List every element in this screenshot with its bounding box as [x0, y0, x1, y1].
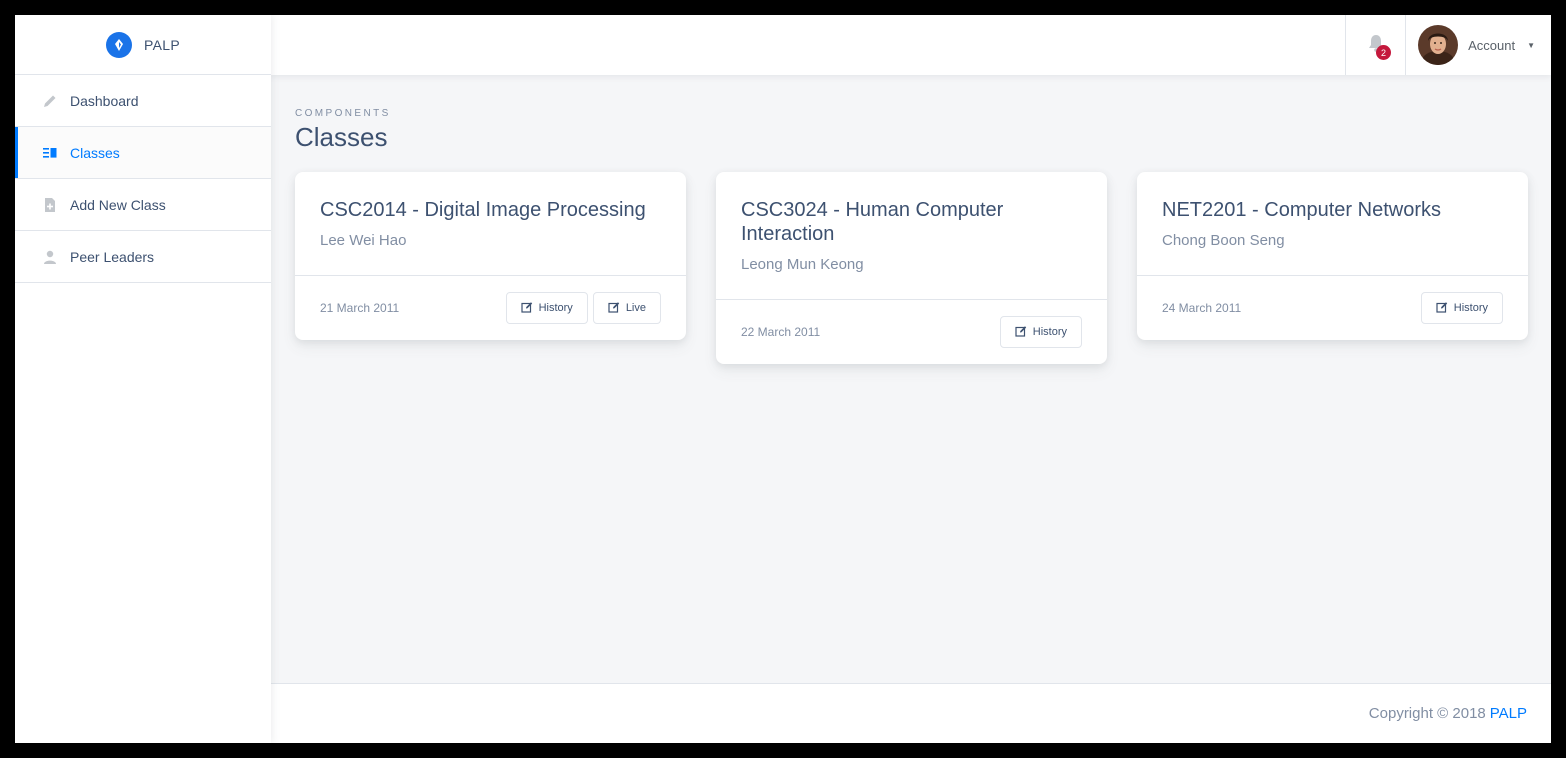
- avatar: [1418, 25, 1459, 65]
- main-content: Components Classes CSC2014 - Digital Ima…: [271, 75, 1551, 683]
- brand-logo-icon: [106, 31, 133, 58]
- card-body: NET2201 - Computer Networks Chong Boon S…: [1137, 172, 1528, 276]
- sidebar-item-label: Classes: [70, 144, 120, 161]
- class-lecturer: Lee Wei Hao: [320, 232, 407, 249]
- sidebar-item-label: Dashboard: [70, 92, 139, 109]
- page-footer: Copyright © 2018 PALP: [271, 683, 1551, 743]
- account-label: Account: [1468, 37, 1516, 53]
- brand[interactable]: PALP: [15, 15, 271, 75]
- history-button[interactable]: History: [1420, 292, 1503, 324]
- history-button[interactable]: History: [999, 316, 1082, 348]
- sidebar-item-label: Add New Class: [70, 196, 166, 213]
- sidebar-item-dashboard[interactable]: Dashboard: [15, 75, 271, 127]
- edit-icon: [520, 301, 533, 316]
- footer-brand-link[interactable]: PALP: [1490, 705, 1527, 722]
- class-title[interactable]: NET2201 - Computer Networks: [1162, 198, 1503, 222]
- class-card: CSC2014 - Digital Image Processing Lee W…: [295, 172, 686, 340]
- card-footer: 24 March 2011 History: [1137, 276, 1528, 340]
- edit-icon: [608, 301, 620, 316]
- top-navbar: 2 Account ▼: [271, 15, 1551, 75]
- file-add-icon: [41, 196, 59, 214]
- class-lecturer: Leong Mun Keong: [741, 256, 864, 273]
- page-subtitle: Components: [295, 108, 391, 119]
- sidebar-item-label: Peer Leaders: [70, 248, 155, 265]
- class-date: 22 March 2011: [741, 325, 821, 339]
- class-card: CSC3024 - Human Computer Interaction Leo…: [716, 172, 1107, 364]
- app-window: PALP Dashboard Classes Add New Class Pee…: [15, 15, 1551, 743]
- class-title[interactable]: CSC3024 - Human Computer Interaction: [741, 198, 1082, 246]
- history-button[interactable]: History: [505, 292, 588, 324]
- edit-icon: [1015, 325, 1027, 340]
- card-body: CSC3024 - Human Computer Interaction Leo…: [716, 172, 1107, 300]
- sidebar-item-add-new-class[interactable]: Add New Class: [15, 179, 271, 231]
- person-icon: [41, 248, 59, 266]
- sidebar-item-classes[interactable]: Classes: [15, 127, 271, 179]
- class-date: 21 March 2011: [320, 301, 400, 315]
- class-card: NET2201 - Computer Networks Chong Boon S…: [1137, 172, 1528, 340]
- class-cards: CSC2014 - Digital Image Processing Lee W…: [295, 172, 1528, 364]
- live-button[interactable]: Live: [592, 292, 661, 324]
- notifications-button[interactable]: 2: [1345, 15, 1406, 75]
- card-body: CSC2014 - Digital Image Processing Lee W…: [295, 172, 686, 276]
- copyright-text: Copyright © 2018: [1368, 705, 1486, 722]
- history-label: History: [1032, 326, 1067, 338]
- list-icon: [41, 144, 59, 162]
- card-footer: 21 March 2011 History Live: [295, 276, 686, 340]
- caret-down-icon: ▼: [1527, 40, 1535, 50]
- card-footer: 22 March 2011 History: [716, 300, 1107, 364]
- sidebar: PALP Dashboard Classes Add New Class Pee…: [15, 15, 271, 743]
- history-label: History: [1453, 302, 1488, 314]
- class-lecturer: Chong Boon Seng: [1162, 232, 1285, 249]
- class-date: 24 March 2011: [1162, 301, 1242, 315]
- live-label: Live: [625, 302, 646, 314]
- pencil-icon: [41, 92, 59, 110]
- brand-name: PALP: [144, 36, 180, 53]
- notification-badge: 2: [1376, 45, 1391, 60]
- account-dropdown[interactable]: Account ▼: [1418, 15, 1535, 75]
- edit-icon: [1436, 301, 1448, 316]
- page-title: Classes: [295, 122, 388, 152]
- sidebar-item-peer-leaders[interactable]: Peer Leaders: [15, 231, 271, 283]
- class-title[interactable]: CSC2014 - Digital Image Processing: [320, 198, 661, 222]
- history-label: History: [538, 302, 573, 314]
